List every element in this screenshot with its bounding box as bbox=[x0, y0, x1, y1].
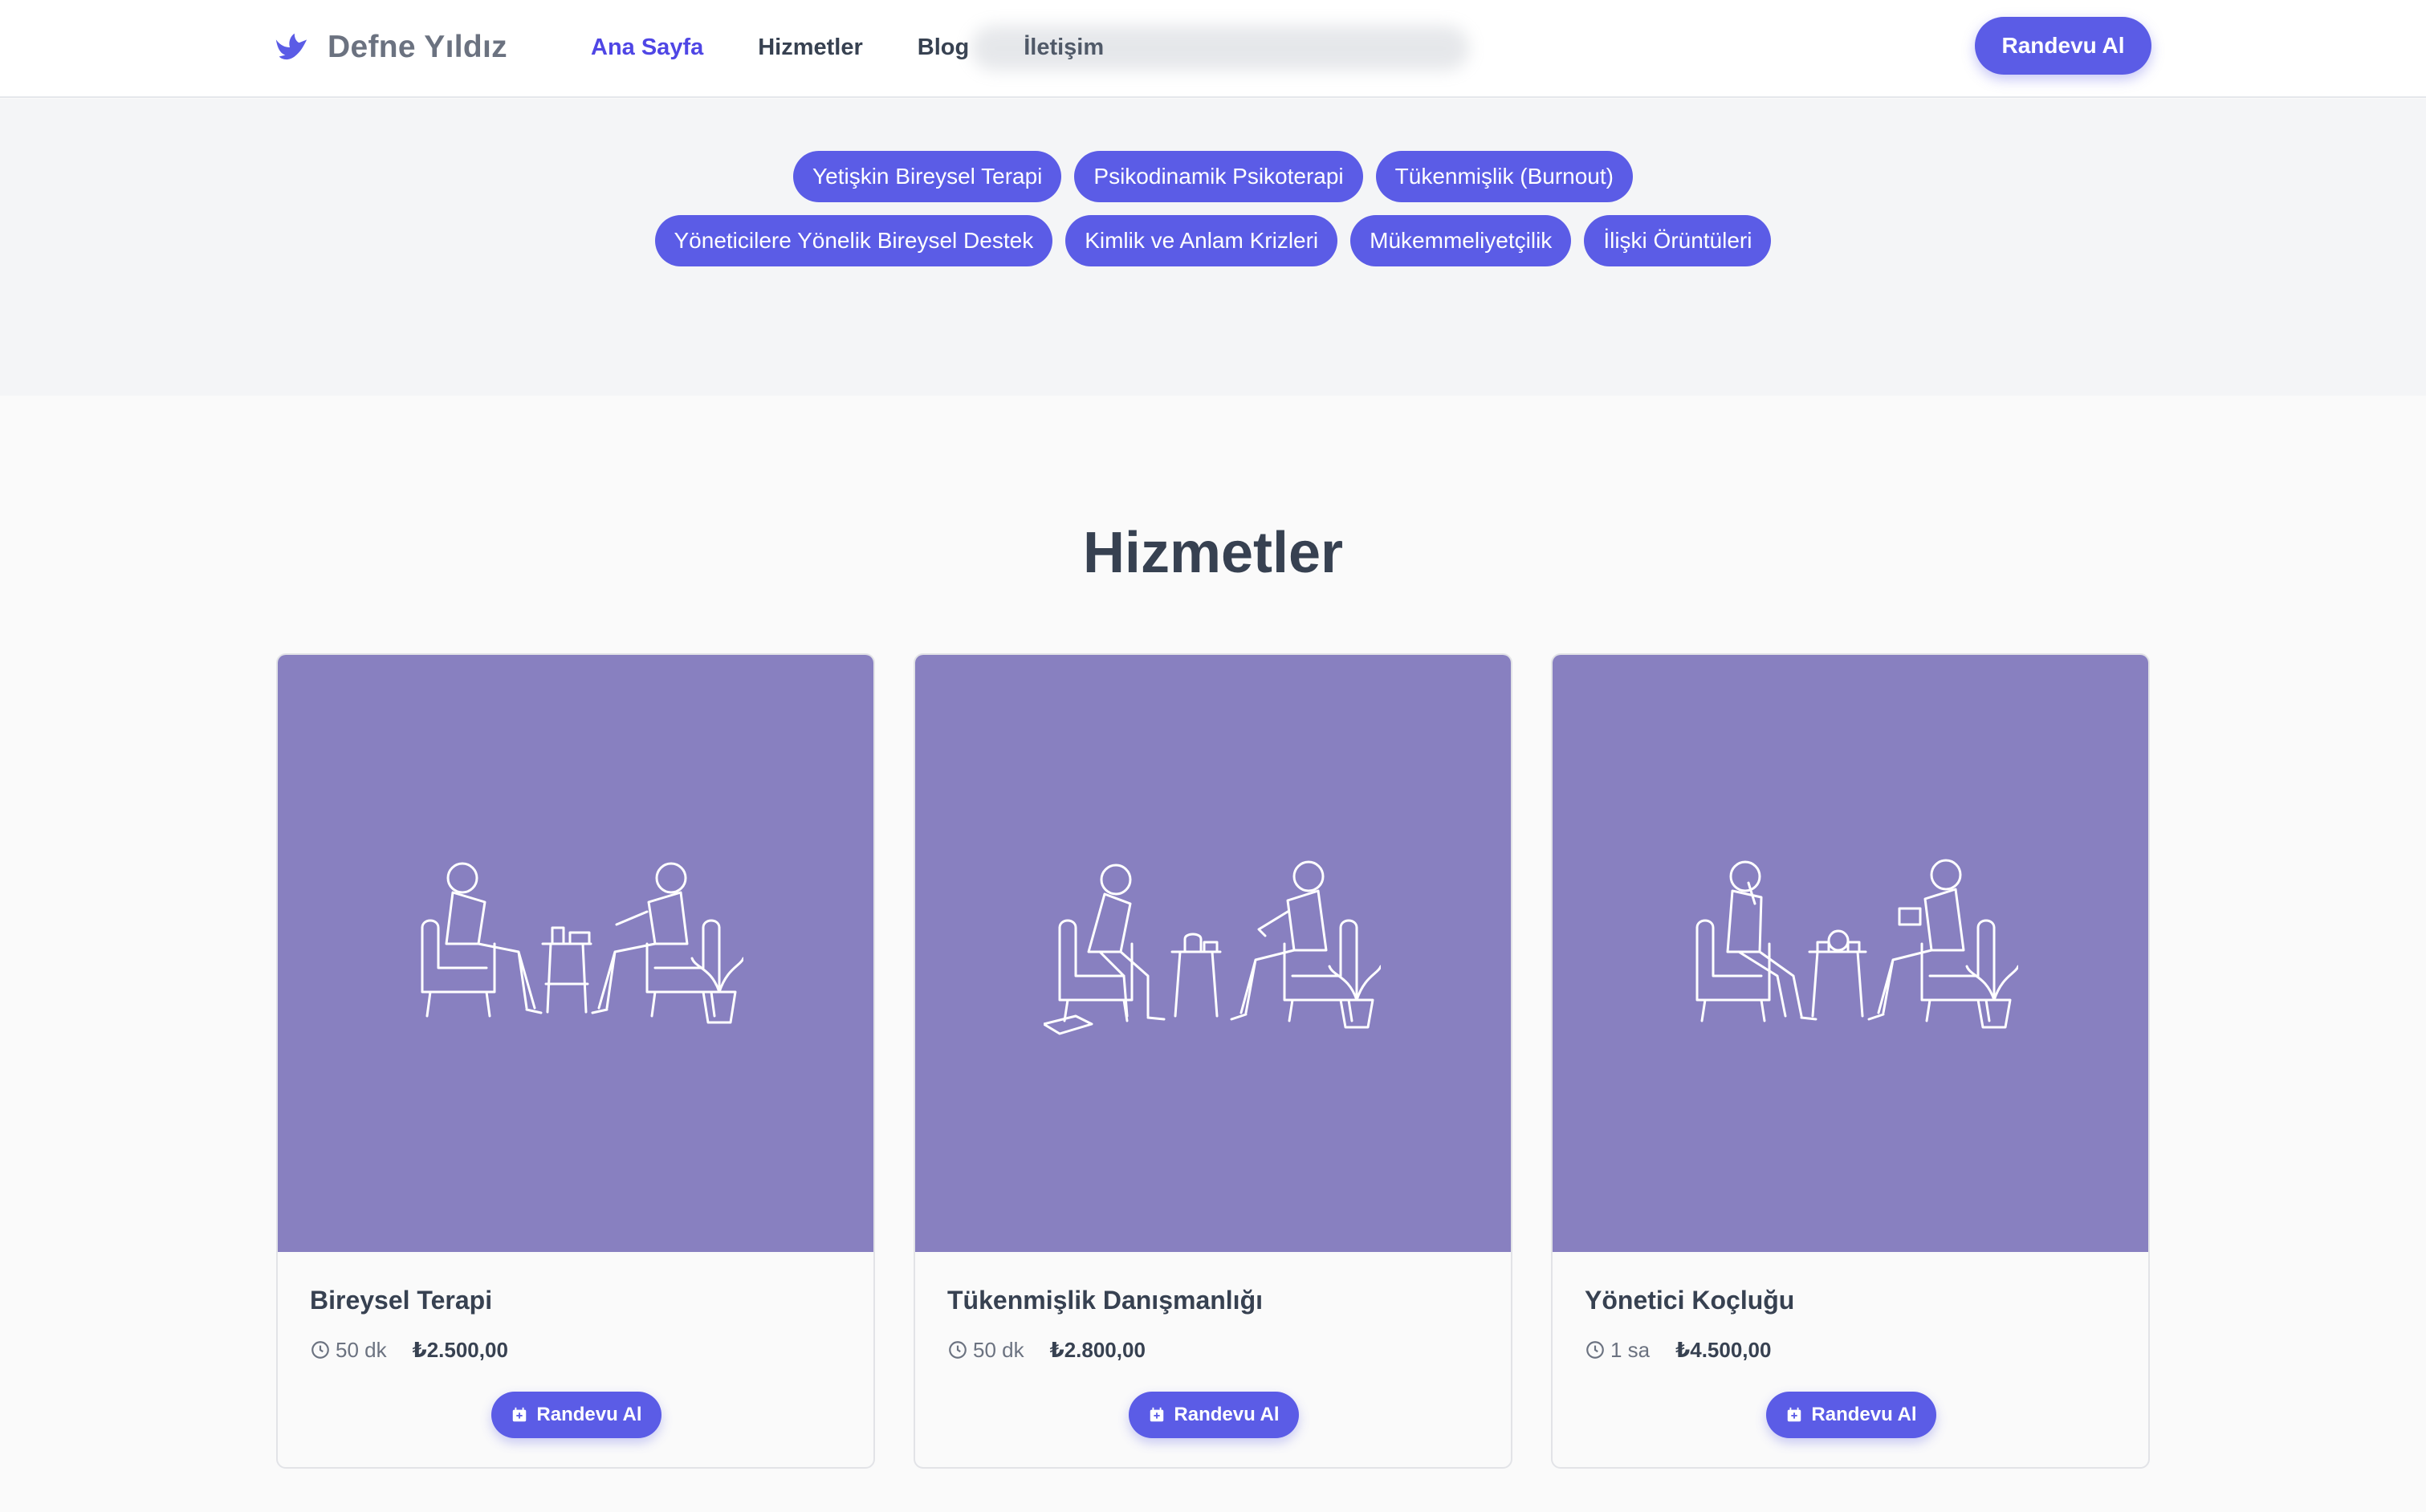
nav-item-services[interactable]: Hizmetler bbox=[758, 35, 863, 61]
service-meta: 50 dk ₺2.500,00 bbox=[310, 1335, 508, 1364]
tag-burnout[interactable]: Tükenmişlik (Burnout) bbox=[1375, 151, 1633, 202]
nav-item-home[interactable]: Ana Sayfa bbox=[591, 35, 703, 61]
service-image bbox=[915, 655, 1511, 1252]
brand-logo[interactable]: Defne Yıldız bbox=[273, 24, 507, 71]
calendar-icon bbox=[513, 1407, 527, 1422]
calendar-icon bbox=[1788, 1407, 1801, 1422]
tag-relationship-patterns[interactable]: İlişki Örüntüleri bbox=[1584, 215, 1772, 266]
coaching-session-illustration bbox=[1695, 859, 2018, 1029]
service-card: Bireysel Terapi 50 dk ₺2.500,00 Randevu … bbox=[276, 653, 875, 1469]
service-meta: 1 sa ₺4.500,00 bbox=[1585, 1335, 1771, 1364]
therapy-session-illustration bbox=[421, 862, 743, 1024]
tag-row: Yetişkin Bireysel Terapi Psikodinamik Ps… bbox=[0, 151, 2426, 202]
brand-name: Defne Yıldız bbox=[328, 30, 507, 64]
specialty-tags-band: Yetişkin Bireysel Terapi Psikodinamik Ps… bbox=[0, 99, 2426, 396]
service-card: Tükenmişlik Danışmanlığı 50 dk ₺2.800,00… bbox=[914, 653, 1512, 1469]
book-appointment-button[interactable]: Randevu Al bbox=[1975, 17, 2151, 75]
tag-identity-meaning-crisis[interactable]: Kimlik ve Anlam Krizleri bbox=[1065, 215, 1338, 266]
book-service-label: Randevu Al bbox=[1174, 1404, 1280, 1425]
tag-adult-individual-therapy[interactable]: Yetişkin Bireysel Terapi bbox=[793, 151, 1062, 202]
tag-executive-support[interactable]: Yöneticilere Yönelik Bireysel Destek bbox=[654, 215, 1053, 266]
service-duration: 50 dk bbox=[973, 1337, 1024, 1362]
services-title: Hizmetler bbox=[1082, 521, 1344, 585]
service-price: ₺2.500,00 bbox=[412, 1337, 508, 1362]
service-duration: 1 sa bbox=[1610, 1337, 1651, 1362]
book-service-button[interactable]: Randevu Al bbox=[491, 1392, 661, 1438]
service-title: Bireysel Terapi bbox=[310, 1286, 493, 1315]
service-card: Yönetici Koçluğu 1 sa ₺4.500,00 Randevu … bbox=[1551, 653, 2150, 1469]
tag-psychodynamic-psychotherapy[interactable]: Psikodinamik Psikoterapi bbox=[1074, 151, 1363, 202]
book-service-button[interactable]: Randevu Al bbox=[1129, 1392, 1299, 1438]
tag-perfectionism[interactable]: Mükemmeliyetçilik bbox=[1350, 215, 1572, 266]
clock-icon bbox=[949, 1341, 967, 1359]
burnout-session-illustration bbox=[1044, 860, 1381, 1035]
clock-icon bbox=[1586, 1341, 1604, 1359]
clock-icon bbox=[311, 1341, 329, 1359]
dove-icon bbox=[275, 33, 307, 60]
service-title: Tükenmişlik Danışmanlığı bbox=[947, 1286, 1263, 1315]
nav-item-blog[interactable]: Blog bbox=[918, 35, 969, 61]
tag-row: Yöneticilere Yönelik Bireysel Destek Kim… bbox=[0, 215, 2426, 266]
service-price: ₺4.500,00 bbox=[1675, 1337, 1772, 1362]
service-title: Yönetici Koçluğu bbox=[1585, 1286, 1795, 1315]
blurred-overlay bbox=[971, 26, 1469, 71]
service-meta: 50 dk ₺2.800,00 bbox=[947, 1335, 1146, 1364]
service-image bbox=[1553, 655, 2148, 1252]
service-image bbox=[278, 655, 873, 1252]
service-price: ₺2.800,00 bbox=[1049, 1337, 1146, 1362]
site-header: Defne Yıldız Ana Sayfa Hizmetler Blog İl… bbox=[0, 0, 2426, 98]
calendar-icon bbox=[1150, 1407, 1164, 1422]
book-service-label: Randevu Al bbox=[536, 1404, 642, 1425]
service-duration: 50 dk bbox=[336, 1337, 387, 1362]
book-service-label: Randevu Al bbox=[1811, 1404, 1917, 1425]
book-service-button[interactable]: Randevu Al bbox=[1766, 1392, 1936, 1438]
